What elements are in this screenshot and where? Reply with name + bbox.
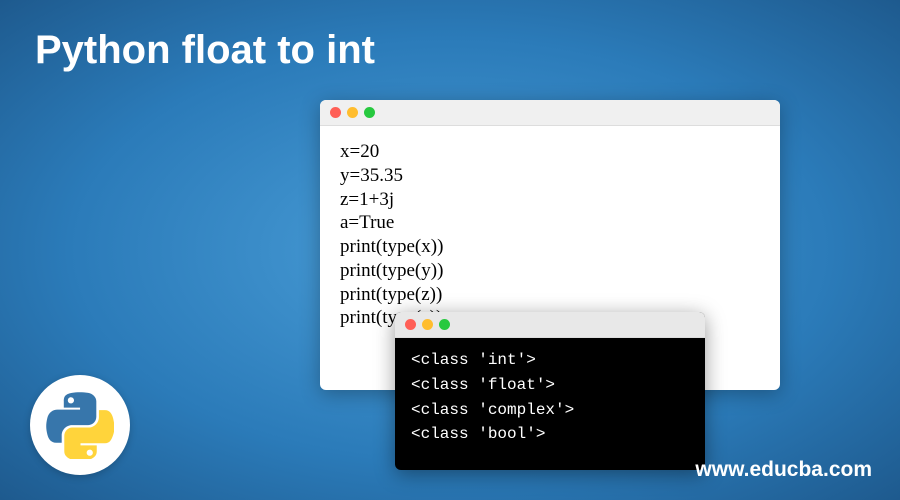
code-line: a=True bbox=[340, 211, 760, 235]
output-line: <class 'bool'> bbox=[411, 422, 689, 447]
output-content: <class 'int'> <class 'float'> <class 'co… bbox=[395, 338, 705, 457]
minimize-icon bbox=[422, 319, 433, 330]
maximize-icon bbox=[439, 319, 450, 330]
close-icon bbox=[405, 319, 416, 330]
output-line: <class 'complex'> bbox=[411, 398, 689, 423]
close-icon bbox=[330, 107, 341, 118]
website-url: www.educba.com bbox=[695, 458, 872, 482]
code-line: print(type(y)) bbox=[340, 259, 760, 283]
output-line: <class 'int'> bbox=[411, 348, 689, 373]
code-window-header bbox=[320, 100, 780, 126]
output-window: <class 'int'> <class 'float'> <class 'co… bbox=[395, 312, 705, 470]
code-line: x=20 bbox=[340, 140, 760, 164]
code-line: z=1+3j bbox=[340, 188, 760, 212]
python-logo-badge bbox=[30, 375, 130, 475]
code-line: print(type(x)) bbox=[340, 235, 760, 259]
code-line: y=35.35 bbox=[340, 164, 760, 188]
python-icon bbox=[46, 391, 114, 459]
minimize-icon bbox=[347, 107, 358, 118]
output-line: <class 'float'> bbox=[411, 373, 689, 398]
code-line: print(type(z)) bbox=[340, 283, 760, 307]
page-title: Python float to int bbox=[35, 28, 375, 73]
maximize-icon bbox=[364, 107, 375, 118]
output-window-header bbox=[395, 312, 705, 338]
